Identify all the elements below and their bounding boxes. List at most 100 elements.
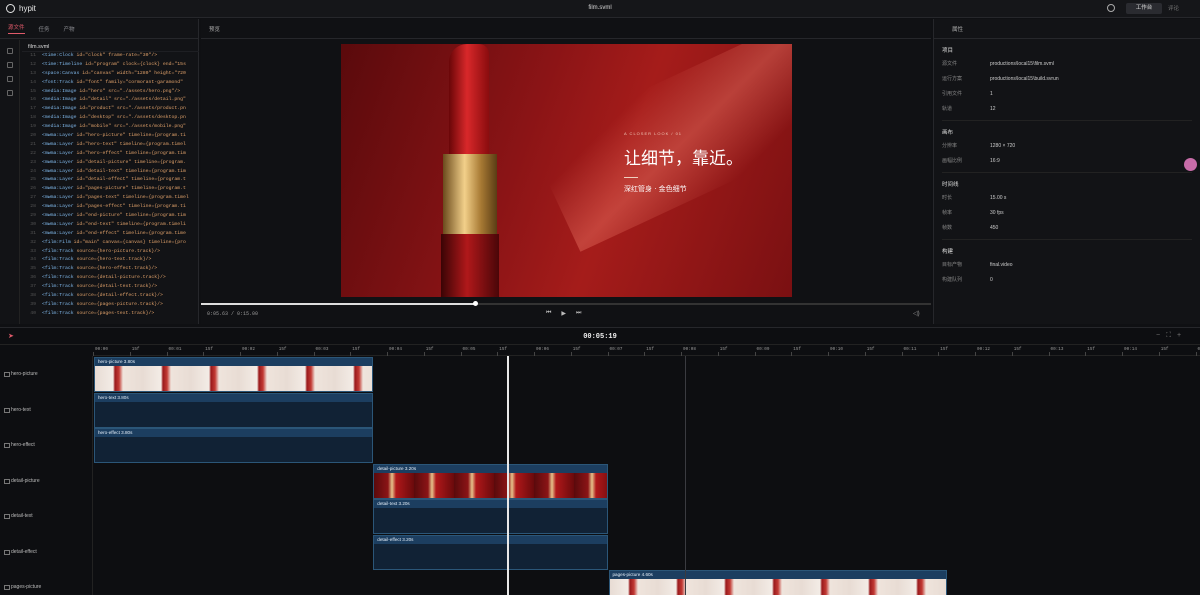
code-editor[interactable]: 11<time:Clock id="clock" frame-rate="30"… bbox=[22, 52, 199, 324]
timeline-clip[interactable]: detail-text 3.20s bbox=[373, 499, 608, 534]
tab-source[interactable]: 源文件 bbox=[8, 23, 25, 34]
timeline-clip[interactable]: detail-effect 3.20s bbox=[373, 535, 608, 570]
preview-headline: 让细节，靠近。 bbox=[624, 144, 743, 169]
property-section: 项目源文件productions\local15\film.svml运行方案pr… bbox=[934, 46, 1200, 121]
code-attrs: id="canvas" width="1280" height="720 bbox=[79, 71, 186, 76]
property-key: 画幅比例 bbox=[942, 157, 990, 164]
code-attrs: id="detail-text" timeline={program.tim bbox=[74, 169, 186, 174]
ruler-tick-label: 00:01 bbox=[169, 347, 182, 352]
section-title: 时间线 bbox=[942, 180, 1192, 190]
property-value[interactable]: 1280 × 720 bbox=[990, 143, 1015, 149]
ruler-tick-label: 15f bbox=[1014, 347, 1022, 352]
code-tag: <mwma:Layer bbox=[42, 186, 74, 191]
code-line: 21<mwma:Layer id="hero-text" timeline={p… bbox=[22, 141, 199, 150]
line-number: 23 bbox=[22, 159, 36, 168]
layers-icon[interactable] bbox=[7, 62, 13, 68]
code-attrs: source={pages-text.track}/> bbox=[74, 311, 155, 316]
property-section: 构建目标产物final.video构建队列0 bbox=[934, 247, 1200, 287]
code-line: 16<media:Image id="detail" src="./assets… bbox=[22, 96, 199, 105]
code-line: 25<mwma:Layer id="detail-effect" timelin… bbox=[22, 176, 199, 185]
code-line: 13<space:Canvas id="canvas" width="1280"… bbox=[22, 70, 199, 79]
files-icon[interactable] bbox=[7, 48, 13, 54]
ruler-tick-label: 00:06 bbox=[536, 347, 549, 352]
track-label[interactable]: detail-effect bbox=[11, 549, 37, 555]
comment-button[interactable]: 评论 bbox=[1168, 4, 1179, 12]
property-value[interactable]: 16:9 bbox=[990, 158, 1000, 164]
clip-label: detail-text 3.20s bbox=[374, 500, 607, 508]
code-line: 36<film:Track source={detail-picture.tra… bbox=[22, 274, 199, 283]
source-tabs: 源文件 任务 产物 bbox=[0, 19, 198, 39]
code-tag: <mwma:Layer bbox=[42, 213, 74, 218]
track-label[interactable]: hero-picture bbox=[11, 371, 38, 377]
preview-panel: 预览 A CLOSER LOOK / 01 让细节，靠近。 深红管身 · 金色细… bbox=[201, 19, 931, 324]
code-tag: <film:Track bbox=[42, 266, 74, 271]
ruler-tick-label: 00:04 bbox=[389, 347, 402, 352]
play-icon[interactable]: ▶ bbox=[561, 310, 566, 317]
line-number: 17 bbox=[22, 105, 36, 114]
property-value[interactable]: 30 fps bbox=[990, 210, 1004, 216]
assistant-avatar[interactable] bbox=[1184, 158, 1197, 171]
track-label[interactable]: hero-effect bbox=[11, 442, 35, 448]
line-number: 19 bbox=[22, 123, 36, 132]
preview-timecode: 0:05.63 / 0:15.00 bbox=[207, 311, 258, 317]
workbench-button[interactable]: 工作台 bbox=[1126, 3, 1162, 14]
section-title: 项目 bbox=[942, 46, 1192, 56]
time-ruler[interactable]: 00:0015f00:0115f00:0215f00:0315f00:0415f… bbox=[93, 345, 1200, 356]
property-value[interactable]: final.video bbox=[990, 262, 1013, 268]
prev-frame-icon[interactable]: ⏮ bbox=[546, 310, 551, 317]
playhead[interactable] bbox=[507, 356, 509, 595]
source-panel: 源文件 任务 产物 film.svml 11<time:Clock id="cl… bbox=[0, 19, 199, 324]
code-tag: <mwma:Layer bbox=[42, 177, 74, 182]
property-key: 时长 bbox=[942, 194, 990, 201]
property-value[interactable]: 0 bbox=[990, 277, 993, 283]
code-attrs: source={detail-picture.track}/> bbox=[74, 275, 166, 280]
timeline-current-time: 00:05:19 bbox=[0, 333, 1200, 341]
timeline-clip[interactable]: hero-picture 3.80s bbox=[94, 357, 373, 392]
code-line: 11<time:Clock id="clock" frame-rate="30"… bbox=[22, 52, 199, 61]
track-label[interactable]: pages-picture bbox=[11, 584, 41, 590]
timeline-clip[interactable]: pages-picture 4.60s bbox=[609, 570, 947, 595]
volume-icon[interactable]: ◁) bbox=[913, 310, 920, 317]
code-attrs: id="detail" src="./assets/detail.png" bbox=[77, 97, 186, 102]
code-attrs: id="program" clock={clock} end="15s bbox=[82, 62, 186, 67]
code-attrs: id="detail-picture" timeline={program. bbox=[74, 160, 186, 165]
scrubber-knob[interactable] bbox=[473, 301, 478, 306]
code-tag: <film:Track bbox=[42, 302, 74, 307]
code-attrs: source={hero-text.track}/> bbox=[74, 257, 152, 262]
property-value[interactable]: 15.00 s bbox=[990, 195, 1006, 201]
next-frame-icon[interactable]: ⏭ bbox=[576, 310, 581, 317]
code-tag: <film:Track bbox=[42, 311, 74, 316]
timeline-panel: ➤ 00:05:19 −⛶+ 00:0015f00:0115f00:0215f0… bbox=[0, 327, 1200, 594]
tab-tasks[interactable]: 任务 bbox=[39, 25, 50, 33]
ruler-tick-label: 00:08 bbox=[683, 347, 696, 352]
property-value[interactable]: 12 bbox=[990, 106, 996, 112]
code-attrs: id="font" family="cormorant-garamond" bbox=[74, 80, 183, 85]
open-file-name[interactable]: film.svml bbox=[22, 40, 199, 52]
swap-icon[interactable] bbox=[7, 90, 13, 96]
code-tag: <media:Image bbox=[42, 124, 77, 129]
track-labels: hero-picture hero-text hero-effect detail-p… bbox=[0, 356, 93, 595]
code-tag: <film:Film bbox=[42, 240, 71, 245]
timeline-clip[interactable]: hero-effect 3.80s bbox=[94, 428, 373, 463]
ruler-tick-label: 15f bbox=[1161, 347, 1169, 352]
zoom-controls[interactable]: −⛶+ bbox=[1156, 332, 1187, 340]
globe-icon[interactable] bbox=[1107, 4, 1115, 12]
property-value[interactable]: 450 bbox=[990, 225, 998, 231]
preview-scrubber[interactable] bbox=[201, 303, 931, 305]
preview-canvas[interactable]: A CLOSER LOOK / 01 让细节，靠近。 深红管身 · 金色细节 bbox=[341, 44, 792, 297]
tab-artifacts[interactable]: 产物 bbox=[64, 25, 75, 33]
property-row: 分辨率1280 × 720 bbox=[942, 138, 1192, 153]
property-value[interactable]: 1 bbox=[990, 91, 993, 97]
property-value[interactable]: productions\local15\build.svrun bbox=[990, 76, 1059, 82]
track-label[interactable]: hero-text bbox=[11, 407, 31, 413]
property-row: 运行方案productions\local15\build.svrun bbox=[942, 71, 1192, 86]
code-line: 38<film:Track source={detail-effect.trac… bbox=[22, 292, 199, 301]
eye-icon[interactable] bbox=[7, 76, 13, 82]
property-value[interactable]: productions\local15\film.svml bbox=[990, 61, 1054, 67]
track-area[interactable]: pages-picture 4.60sdetail-effect 3.20s de… bbox=[93, 356, 1200, 595]
timeline-clip[interactable]: hero-text 3.80s bbox=[94, 393, 373, 428]
track-label[interactable]: detail-picture bbox=[11, 478, 40, 484]
track-label[interactable]: detail-text bbox=[11, 513, 33, 519]
timeline-clip[interactable]: detail-picture 3.20s bbox=[373, 464, 608, 499]
clip-thumbnails bbox=[610, 579, 946, 595]
